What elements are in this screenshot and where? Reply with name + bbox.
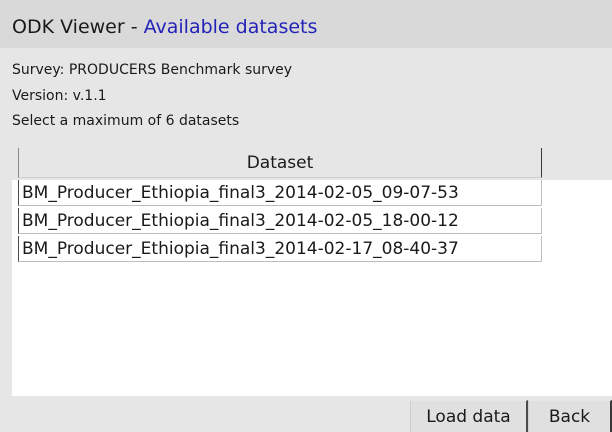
odk-viewer-window: ODK Viewer - Available datasets Survey: … [0, 0, 612, 432]
table-header-area: Dataset [12, 144, 612, 180]
datasets-table[interactable]: Dataset BM_Producer_Ethiopia_final3_2014… [12, 144, 612, 396]
title-bar: ODK Viewer - Available datasets [0, 0, 612, 48]
page-name: Available datasets [143, 16, 318, 38]
survey-label: Survey: PRODUCERS Benchmark survey [12, 62, 293, 78]
back-button[interactable]: Back [528, 400, 612, 432]
table-row[interactable]: BM_Producer_Ethiopia_final3_2014-02-17_0… [18, 236, 542, 262]
load-data-button[interactable]: Load data [410, 400, 528, 432]
app-name: ODK Viewer - [12, 16, 144, 38]
column-header-dataset[interactable]: Dataset [18, 148, 542, 178]
instruction-label: Select a maximum of 6 datasets [12, 113, 240, 129]
table-row[interactable]: BM_Producer_Ethiopia_final3_2014-02-05_1… [18, 208, 542, 234]
page-title: ODK Viewer - Available datasets [12, 16, 317, 38]
table-row[interactable]: BM_Producer_Ethiopia_final3_2014-02-05_0… [18, 180, 542, 206]
version-label: Version: v.1.1 [12, 88, 107, 104]
